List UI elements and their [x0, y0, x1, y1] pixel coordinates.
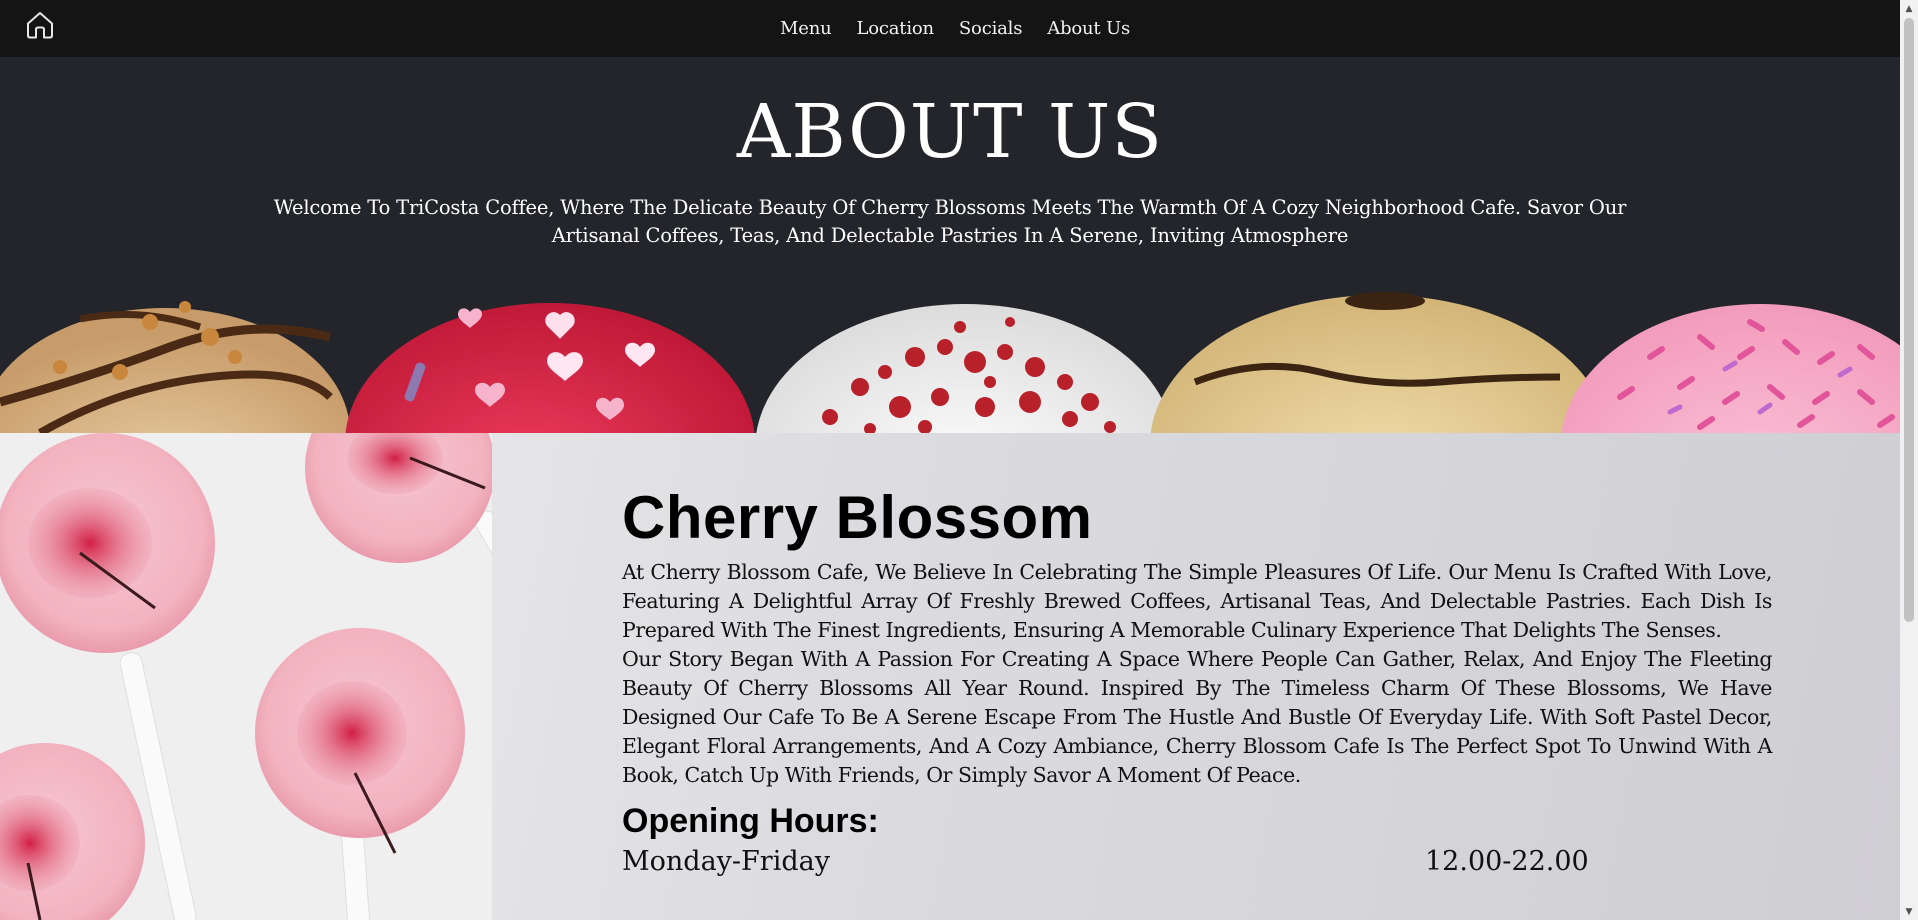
scroll-down-arrow-icon[interactable]: ▼: [1900, 903, 1918, 920]
cafe-heading: Cherry Blossom: [622, 484, 1093, 551]
page-scrollbar[interactable]: ▲ ▼: [1900, 0, 1918, 920]
scroll-up-arrow-icon[interactable]: ▲: [1900, 0, 1918, 17]
top-navbar: Menu Location Socials About Us: [0, 0, 1900, 57]
hero-section: ABOUT US Welcome To TriCosta Coffee, Whe…: [0, 57, 1900, 433]
about-paragraph-1: At Cherry Blossom Cafe, We Believe In Ce…: [622, 560, 1772, 642]
hours-day: Monday-Friday: [622, 846, 830, 877]
nav-links: Menu Location Socials About Us: [0, 0, 1900, 57]
nav-link-about-us[interactable]: About Us: [1047, 18, 1130, 39]
lollipops-image: [0, 433, 492, 920]
about-section: Cherry Blossom At Cherry Blossom Cafe, W…: [0, 433, 1900, 920]
hours-row: Monday-Friday 12.00-22.00: [622, 844, 1772, 884]
about-content: Cherry Blossom At Cherry Blossom Cafe, W…: [622, 488, 1772, 884]
hours-time: 12.00-22.00: [1425, 846, 1589, 877]
nav-link-menu[interactable]: Menu: [780, 18, 832, 39]
hero-intro-text: Welcome To TriCosta Coffee, Where The De…: [273, 196, 1627, 247]
nav-link-location[interactable]: Location: [856, 18, 934, 39]
scroll-thumb[interactable]: [1904, 18, 1914, 622]
nav-link-socials[interactable]: Socials: [959, 18, 1023, 39]
about-paragraph-2: Our Story Began With A Passion For Creat…: [622, 647, 1772, 787]
opening-hours-heading: Opening Hours:: [622, 802, 879, 840]
page-title: ABOUT US: [736, 89, 1164, 175]
